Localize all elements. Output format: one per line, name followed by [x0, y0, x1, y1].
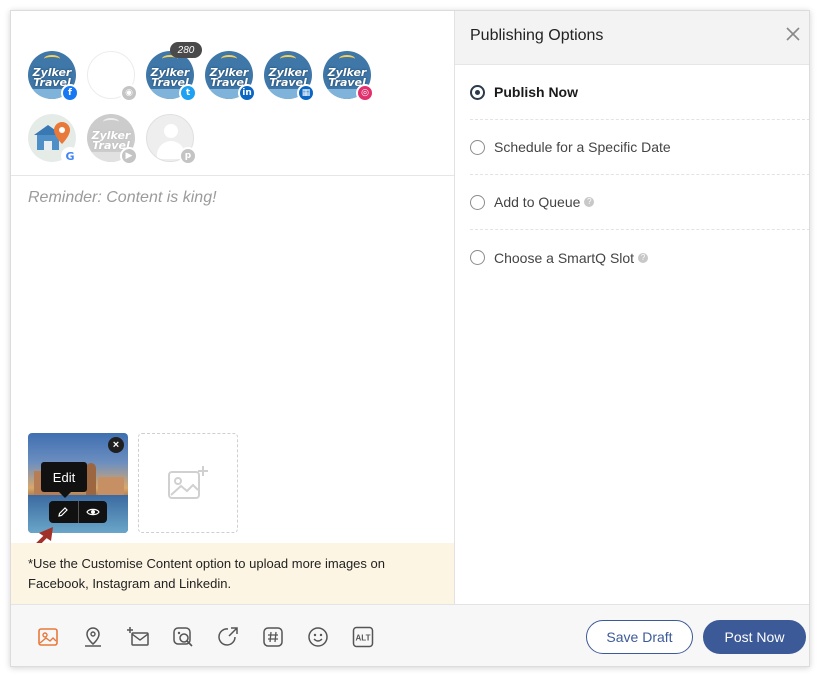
- image-icon[interactable]: [36, 625, 60, 649]
- edit-tooltip: Edit: [41, 462, 87, 498]
- option-label: Schedule for a Specific Date: [494, 139, 671, 155]
- eye-icon: [86, 508, 100, 516]
- option-smartq-slot[interactable]: Choose a SmartQ Slot ?: [470, 230, 809, 285]
- post-content-area[interactable]: Reminder: Content is king!: [11, 177, 454, 427]
- profile-pinterest[interactable]: p: [146, 114, 197, 165]
- profile-zylker-linkedin-page[interactable]: Zylker Travel ▦: [264, 51, 315, 102]
- group-icon: ◉: [120, 84, 138, 102]
- radio-add-to-queue[interactable]: [470, 194, 485, 210]
- help-icon[interactable]: ?: [584, 197, 595, 207]
- profile-selector: Zylker Travel f ◉ Zylker Travel t 280 Zy…: [11, 11, 454, 176]
- radio-smartq-slot[interactable]: [470, 250, 485, 265]
- footer-toolbar: ALT Save Draft Post Now: [11, 604, 809, 666]
- pencil-icon: [58, 507, 69, 517]
- post-now-button[interactable]: Post Now: [703, 620, 806, 654]
- save-draft-button[interactable]: Save Draft: [586, 620, 693, 654]
- profile-zylker-facebook[interactable]: Zylker Travel f: [28, 51, 79, 102]
- image-action-bar: [49, 501, 107, 523]
- option-add-to-queue[interactable]: Add to Queue ?: [470, 175, 809, 230]
- google-icon: G: [61, 147, 79, 165]
- profile-zylker-youtube[interactable]: Zylker Travel ▶: [87, 114, 138, 165]
- twitter-icon: t: [179, 84, 197, 102]
- location-icon[interactable]: [81, 625, 105, 649]
- share-link-icon[interactable]: [216, 625, 240, 649]
- facebook-icon: f: [61, 84, 79, 102]
- add-image-icon: [168, 466, 208, 499]
- linkedin-icon: in: [238, 84, 256, 102]
- radio-publish-now[interactable]: [470, 84, 485, 100]
- panel-header: Publishing Options: [455, 11, 809, 65]
- panel-title: Publishing Options: [470, 27, 604, 44]
- hashtag-icon[interactable]: [261, 625, 285, 649]
- profile-zylker-linkedin[interactable]: Zylker Travel in: [205, 51, 256, 102]
- instagram-icon: ◎: [356, 84, 374, 102]
- profile-facebook-group[interactable]: ◉: [87, 51, 138, 102]
- upload-notice: *Use the Customise Content option to upl…: [11, 543, 454, 604]
- content-placeholder: Reminder: Content is king!: [28, 189, 217, 206]
- emoji-icon[interactable]: [306, 625, 330, 649]
- close-icon[interactable]: [782, 24, 804, 46]
- character-count-badge: 280: [170, 42, 202, 58]
- option-label: Add to Queue: [494, 194, 581, 210]
- preview-image-button[interactable]: [79, 501, 108, 523]
- composer-panel: Zylker Travel f ◉ Zylker Travel t 280 Zy…: [11, 11, 454, 604]
- option-label: Choose a SmartQ Slot: [494, 249, 635, 266]
- profile-zylker-twitter[interactable]: Zylker Travel t 280: [146, 42, 202, 102]
- radio-schedule-date[interactable]: [470, 139, 485, 155]
- add-media-button[interactable]: [138, 433, 238, 533]
- youtube-icon: ▶: [120, 147, 138, 165]
- alt-text-icon[interactable]: ALT: [351, 625, 375, 649]
- compose-window: Zylker Travel f ◉ Zylker Travel t 280 Zy…: [10, 10, 810, 667]
- option-schedule-date[interactable]: Schedule for a Specific Date: [470, 120, 809, 175]
- profile-zylker-instagram[interactable]: Zylker Travel ◎: [323, 51, 374, 102]
- option-label: Publish Now: [494, 84, 578, 100]
- option-publish-now[interactable]: Publish Now: [470, 65, 809, 120]
- help-icon[interactable]: ?: [638, 252, 649, 263]
- profile-google-my-business[interactable]: G: [28, 114, 79, 165]
- edit-image-button[interactable]: [49, 501, 79, 523]
- pinterest-icon: p: [179, 147, 197, 165]
- image-search-icon[interactable]: [171, 625, 195, 649]
- add-mail-icon[interactable]: [126, 625, 150, 649]
- linkedin-page-icon: ▦: [297, 84, 315, 102]
- publishing-options-panel: Publishing Options Publish Now Schedule …: [454, 11, 809, 604]
- alt-label: ALT: [356, 634, 371, 643]
- remove-image-button[interactable]: ×: [108, 437, 124, 453]
